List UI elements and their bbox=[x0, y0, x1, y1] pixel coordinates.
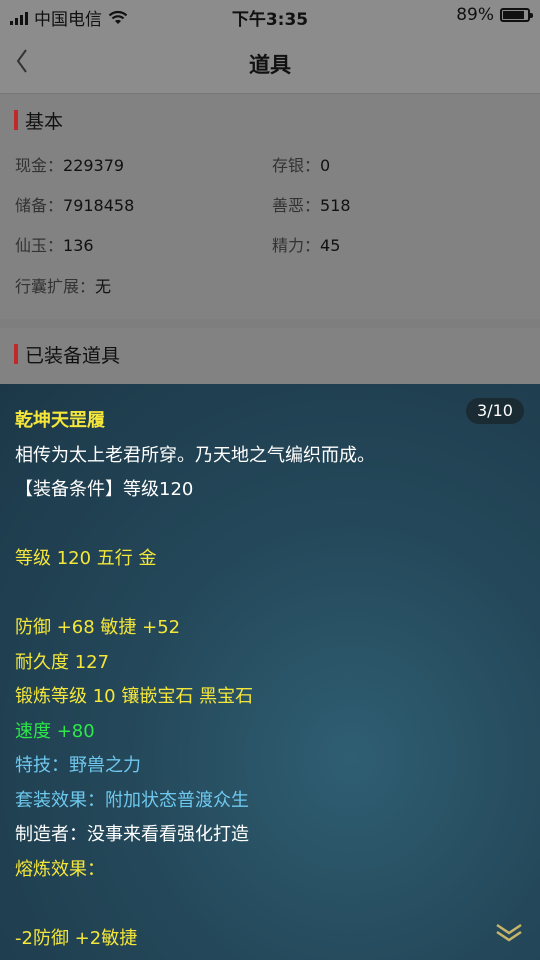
item-defense-agility: 防御 +68 敏捷 +52 bbox=[15, 617, 181, 638]
item-set-effect: 套装效果：附加状态普渡众生 bbox=[15, 790, 249, 811]
item-smelt-effect: -2防御 +2敏捷 bbox=[15, 928, 138, 949]
item-detail-popup[interactable]: 3/10 乾坤天罡履 相传为太上老君所穿。乃天地之气编织而成。 【装备条件】等级… bbox=[0, 384, 540, 960]
section-title: 已装备道具 bbox=[14, 342, 121, 367]
accent-bar bbox=[14, 110, 18, 130]
stat-jade: 仙玉：136 bbox=[15, 236, 94, 255]
status-right: 89% bbox=[456, 5, 533, 25]
battery-icon bbox=[500, 8, 533, 22]
item-requirement: 【装备条件】等级120 bbox=[15, 479, 194, 500]
nav-bar: 道具 bbox=[0, 30, 540, 94]
section-title: 基本 bbox=[14, 108, 64, 133]
item-smelt-label: 熔炼效果： bbox=[15, 859, 105, 880]
page-title: 道具 bbox=[249, 53, 291, 77]
status-bar: 中国电信 下午3:35 89% bbox=[0, 0, 540, 30]
item-maker: 制造者：没事来看看强化打造 bbox=[15, 824, 249, 845]
battery-percent: 89% bbox=[456, 5, 494, 25]
item-forge-gem: 锻炼等级 10 镶嵌宝石 黑宝石 bbox=[15, 686, 254, 707]
equipped-section: 已装备道具 bbox=[0, 328, 540, 388]
accent-bar bbox=[14, 344, 18, 364]
item-speed: 速度 +80 bbox=[15, 721, 95, 742]
basic-section: 基本 现金：229379 存银：0 储备：7918458 善恶：518 仙玉：1… bbox=[0, 94, 540, 319]
item-level-element: 等级 120 五行 金 bbox=[15, 548, 157, 569]
stat-bag-expansion: 行囊扩展：无 bbox=[15, 277, 112, 296]
item-name: 乾坤天罡履 bbox=[15, 410, 105, 431]
stat-cash: 现金：229379 bbox=[15, 156, 125, 175]
equipped-title: 已装备道具 bbox=[25, 344, 121, 367]
double-chevron-down-icon[interactable] bbox=[494, 920, 524, 944]
stat-deposit: 存银：0 bbox=[272, 156, 331, 175]
item-skill: 特技：野兽之力 bbox=[15, 755, 141, 776]
stat-energy: 精力：45 bbox=[272, 236, 341, 255]
stat-karma: 善恶：518 bbox=[272, 196, 351, 215]
item-durability: 耐久度 127 bbox=[15, 652, 110, 673]
stat-reserve: 储备：7918458 bbox=[15, 196, 135, 215]
basic-title: 基本 bbox=[25, 110, 64, 133]
page-indicator: 3/10 bbox=[466, 398, 524, 424]
item-description: 相传为太上老君所穿。乃天地之气编织而成。 bbox=[15, 445, 375, 466]
